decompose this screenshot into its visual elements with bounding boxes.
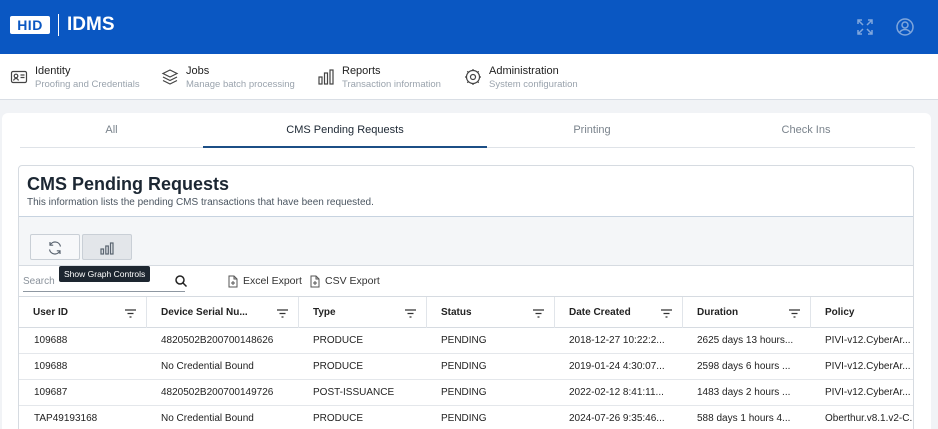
column-header-status[interactable]: Status [427,297,555,328]
cell-status: PENDING [441,335,487,346]
search-row: Show Graph Controls Excel Export CSV Exp… [19,266,913,296]
panel-title: CMS Pending Requests [27,174,230,194]
hid-logo: HID [10,16,50,34]
table-header: User ID Device Serial Nu... Type Status … [19,296,913,328]
tab-bar: All CMS Pending Requests Printing Check … [20,113,915,148]
column-label: Device Serial Nu... [161,307,248,318]
nav-identity-sub: Proofing and Credentials [35,79,140,90]
bar-chart-icon [317,68,335,86]
main-nav: Identity Proofing and Credentials Jobs M… [0,54,938,100]
top-bar: HID IDMS [0,0,938,54]
cell-duration: 1483 days 2 hours ... [697,387,791,398]
filter-icon[interactable] [405,309,416,318]
csv-export-button[interactable]: CSV Export [309,275,381,289]
tab-printing[interactable]: Printing [487,113,697,148]
excel-export-label: Excel Export [243,275,302,287]
excel-export-button[interactable]: Excel Export [227,275,307,289]
tab-check-ins[interactable]: Check Ins [697,113,915,148]
table-row[interactable]: 109688 4820502B200700148626 PRODUCE PEND… [19,328,913,354]
cell-status: PENDING [441,413,487,424]
column-label: Type [313,307,336,318]
nav-jobs-label: Jobs [186,65,210,77]
column-label: Status [441,307,472,318]
cell-duration: 588 days 1 hours 4... [697,413,791,424]
cell-user-id: 109687 [34,387,68,398]
refresh-button[interactable] [30,234,80,260]
table-row[interactable]: 109687 4820502B200700149726 POST-ISSUANC… [19,380,913,406]
cell-date-created: 2018-12-27 10:22:2... [569,335,665,346]
cell-type: POST-ISSUANCE [313,387,395,398]
app-title: IDMS [67,14,115,35]
column-label: Policy [825,307,855,318]
nav-reports-label: Reports [342,65,381,77]
cell-user-id: 109688 [34,361,68,372]
nav-reports-sub: Transaction information [342,79,441,90]
column-label: Date Created [569,307,631,318]
gear-icon [464,68,482,86]
cell-date-created: 2022-02-12 8:41:11... [569,387,664,398]
refresh-icon [48,241,62,255]
column-header-type[interactable]: Type [299,297,427,328]
cell-user-id: TAP49193168 [34,413,98,424]
file-export-icon [228,275,238,288]
cell-policy: PIVI-v12.CyberAr... [825,387,911,398]
nav-reports[interactable]: Reports Transaction information [317,64,457,92]
cell-duration: 2625 days 13 hours... [697,335,794,346]
nav-jobs-sub: Manage batch processing [186,79,295,90]
graph-controls-tooltip: Show Graph Controls [59,266,151,282]
logo-divider [58,14,59,36]
table-row[interactable]: TAP49193168 No Credential Bound PRODUCE … [19,406,914,429]
file-export-icon [310,275,320,288]
column-header-date-created[interactable]: Date Created [555,297,683,328]
column-header-user-id[interactable]: User ID [19,297,147,328]
nav-administration-label: Administration [489,65,559,77]
nav-jobs[interactable]: Jobs Manage batch processing [161,64,301,92]
expand-icon[interactable] [855,17,875,37]
cell-type: PRODUCE [313,335,364,346]
cell-type: PRODUCE [313,413,364,424]
cell-policy: PIVI-v12.CyberAr... [825,361,911,372]
csv-export-label: CSV Export [325,275,380,287]
cell-device-serial: No Credential Bound [161,413,254,424]
filter-icon[interactable] [661,309,672,318]
cell-date-created: 2024-07-26 9:35:46... [569,413,665,424]
panel-description: This information lists the pending CMS t… [27,197,374,208]
tab-all[interactable]: All [20,113,203,148]
column-header-policy[interactable]: Policy [811,297,913,328]
user-circle-icon[interactable] [895,17,915,37]
nav-identity-label: Identity [35,65,71,77]
filter-icon[interactable] [125,309,136,318]
table-row[interactable]: 109688 No Credential Bound PRODUCE PENDI… [19,354,913,380]
filter-icon[interactable] [789,309,800,318]
cell-type: PRODUCE [313,361,364,372]
main-content: All CMS Pending Requests Printing Check … [2,113,931,429]
cms-pending-panel: CMS Pending Requests This information li… [18,165,914,429]
cell-policy: Oberthur.v8.1.v2-C... [825,413,914,424]
id-card-icon [10,68,28,86]
filter-icon[interactable] [277,309,288,318]
graph-controls-button[interactable] [82,234,132,260]
column-label: Duration [697,307,739,318]
nav-administration-sub: System configuration [489,79,578,90]
cell-device-serial: 4820502B200700149726 [161,387,274,398]
cell-date-created: 2019-01-24 4:30:07... [569,361,665,372]
cell-device-serial: No Credential Bound [161,361,254,372]
column-label: User ID [33,307,69,318]
column-header-device-serial[interactable]: Device Serial Nu... [147,297,299,328]
filter-icon[interactable] [533,309,544,318]
cell-device-serial: 4820502B200700148626 [161,335,274,346]
cell-status: PENDING [441,361,487,372]
bar-chart-icon [100,242,114,255]
nav-identity[interactable]: Identity Proofing and Credentials [10,64,150,92]
search-icon[interactable] [174,274,188,288]
cell-status: PENDING [441,387,487,398]
cell-user-id: 109688 [34,335,68,346]
tab-cms-pending-requests[interactable]: CMS Pending Requests [203,113,487,148]
nav-administration[interactable]: Administration System configuration [464,64,604,92]
cell-duration: 2598 days 6 hours ... [697,361,791,372]
toolbar [19,216,913,266]
layers-icon [161,68,179,86]
cell-policy: PIVI-v12.CyberAr... [825,335,911,346]
column-header-duration[interactable]: Duration [683,297,811,328]
